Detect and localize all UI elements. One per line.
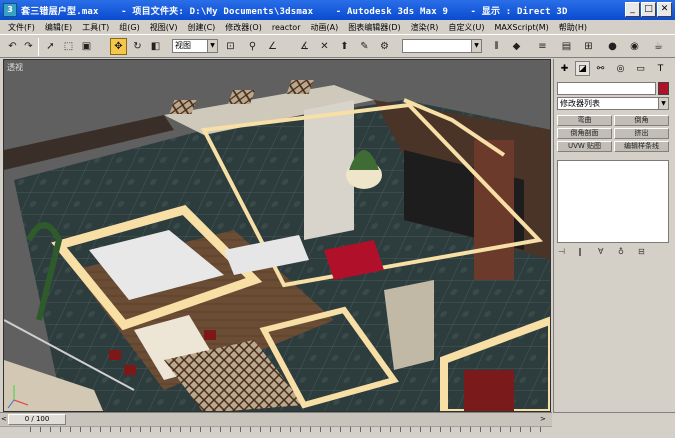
pin-stack-icon[interactable]: ⊣ [558, 247, 565, 256]
pivot-center-icon[interactable]: ⊡ [222, 38, 239, 55]
menu-file[interactable]: 文件(F) [3, 22, 40, 33]
select-move-icon[interactable]: ✥ [110, 38, 127, 55]
track-bar-ticks [30, 427, 550, 432]
close-button[interactable]: ✕ [657, 2, 672, 17]
chevron-down-icon: ▼ [658, 98, 668, 109]
menu-edit[interactable]: 编辑(E) [40, 22, 77, 33]
frame-indicator[interactable]: 0 / 100 [8, 414, 66, 425]
title-bar[interactable]: 3 套三错层户型.max - 项目文件夹: D:\My Documents\3d… [0, 0, 675, 20]
select-link-icon[interactable]: ⚲ [244, 38, 261, 55]
bevel-button[interactable]: 倒角 [614, 115, 669, 126]
curve-editor-icon[interactable]: ▤ [558, 38, 575, 55]
mirror-icon[interactable]: ⫴ [488, 38, 505, 55]
snap-toggle-icon[interactable]: ∠ [264, 38, 281, 55]
angle-snap-icon[interactable]: ∡ [296, 38, 313, 55]
select-region-icon[interactable]: ⬚ [60, 38, 77, 55]
display-icon[interactable]: ▭ [633, 61, 648, 76]
spinner-snap-icon[interactable]: ⬆ [336, 38, 353, 55]
extrude-button[interactable]: 挤出 [614, 128, 669, 139]
command-panel: ✚ ◪ ⚯ ◎ ▭ T 修改器列表 ▼ 弯曲 倒角 倒角剖面 挤出 UVW 贴图… [553, 59, 671, 412]
undo-icon[interactable]: ↶ [4, 38, 21, 55]
maximize-button[interactable]: □ [641, 2, 656, 17]
material-editor-icon[interactable]: ● [604, 38, 621, 55]
scene-render [4, 60, 550, 411]
app-icon[interactable]: 3 [3, 3, 17, 17]
menu-animation[interactable]: 动画(A) [305, 22, 343, 33]
object-color-swatch[interactable] [658, 82, 669, 95]
menu-create[interactable]: 创建(C) [182, 22, 220, 33]
status-panel [553, 412, 675, 438]
minimize-button[interactable]: _ [625, 2, 640, 17]
time-slider-next[interactable]: > [540, 415, 546, 423]
time-slider[interactable]: < 0 / 100 > [0, 412, 552, 426]
named-selection-icon[interactable]: ✎ [356, 38, 373, 55]
menu-maxscript[interactable]: MAXScript(M) [490, 23, 554, 32]
window-title: 套三错层户型.max - 项目文件夹: D:\My Documents\3dsm… [21, 6, 568, 17]
modify-icon[interactable]: ◪ [575, 61, 590, 76]
menu-help[interactable]: 帮助(H) [554, 22, 592, 33]
motion-icon[interactable]: ◎ [613, 61, 628, 76]
reference-coordinate-select[interactable]: 视图 ▼ [172, 39, 218, 53]
create-icon[interactable]: ✚ [557, 61, 572, 76]
select-rotate-icon[interactable]: ↻ [129, 38, 146, 55]
select-scale-icon[interactable]: ◧ [147, 38, 164, 55]
configure-sets-icon[interactable]: ⊟ [638, 247, 645, 256]
bevel-profile-button[interactable]: 倒角剖面 [557, 128, 612, 139]
make-unique-icon[interactable]: ∀ [598, 247, 603, 256]
show-end-result-icon[interactable]: ‖ [578, 247, 582, 256]
align-icon[interactable]: ◆ [508, 38, 525, 55]
track-bar[interactable] [0, 426, 552, 438]
render-scene-icon[interactable]: ◉ [626, 38, 643, 55]
bend-button[interactable]: 弯曲 [557, 115, 612, 126]
chevron-down-icon: ▼ [207, 40, 217, 52]
main-toolbar: ↶ ↷ ➚ ⬚ ▣ ✥ ↻ ◧ 视图 ▼ ⊡ ⚲ ∠ ∡ ✕ ⬆ ✎ ⚙ ▼ ⫴… [0, 34, 675, 58]
menu-rendering[interactable]: 渲染(R) [406, 22, 444, 33]
menu-reactor[interactable]: reactor [267, 23, 306, 32]
remove-modifier-icon[interactable]: ♁ [618, 247, 624, 256]
modifier-stack[interactable] [557, 160, 669, 243]
modifier-list-value: 修改器列表 [560, 99, 600, 108]
edit-spline-button[interactable]: 编辑样条线 [614, 141, 669, 152]
window-crossing-icon[interactable]: ▣ [78, 38, 95, 55]
redo-icon[interactable]: ↷ [20, 38, 37, 55]
menu-views[interactable]: 视图(V) [145, 22, 183, 33]
viewport-label[interactable]: 透视 [7, 62, 23, 73]
edit-named-selection-icon[interactable]: ⚙ [376, 38, 393, 55]
time-slider-prev[interactable]: < [1, 415, 7, 423]
hierarchy-icon[interactable]: ⚯ [593, 61, 608, 76]
uvw-map-button[interactable]: UVW 贴图 [557, 141, 612, 152]
chevron-down-icon: ▼ [471, 40, 481, 52]
toolbar-separator [38, 38, 39, 56]
menu-bar: 文件(F) 编辑(E) 工具(T) 组(G) 视图(V) 创建(C) 修改器(O… [0, 20, 675, 34]
modifier-list-select[interactable]: 修改器列表 ▼ [557, 97, 669, 110]
menu-modifiers[interactable]: 修改器(O) [220, 22, 267, 33]
percent-snap-icon[interactable]: ✕ [316, 38, 333, 55]
menu-group[interactable]: 组(G) [114, 22, 144, 33]
object-name-field[interactable] [557, 82, 656, 95]
application-window: 3 套三错层户型.max - 项目文件夹: D:\My Documents\3d… [0, 0, 675, 438]
reference-coordinate-value: 视图 [175, 41, 191, 50]
utilities-icon[interactable]: T [653, 61, 668, 76]
menu-tools[interactable]: 工具(T) [77, 22, 114, 33]
layer-manager-icon[interactable]: ≡ [534, 38, 551, 55]
quick-render-icon[interactable]: ☕ [650, 38, 667, 55]
named-selection-set-select[interactable]: ▼ [402, 39, 482, 53]
menu-customize[interactable]: 自定义(U) [443, 22, 489, 33]
schematic-view-icon[interactable]: ⊞ [580, 38, 597, 55]
select-object-icon[interactable]: ➚ [42, 38, 59, 55]
perspective-viewport[interactable]: 透视 [3, 59, 551, 412]
menu-graph-editors[interactable]: 图表编辑器(D) [343, 22, 405, 33]
